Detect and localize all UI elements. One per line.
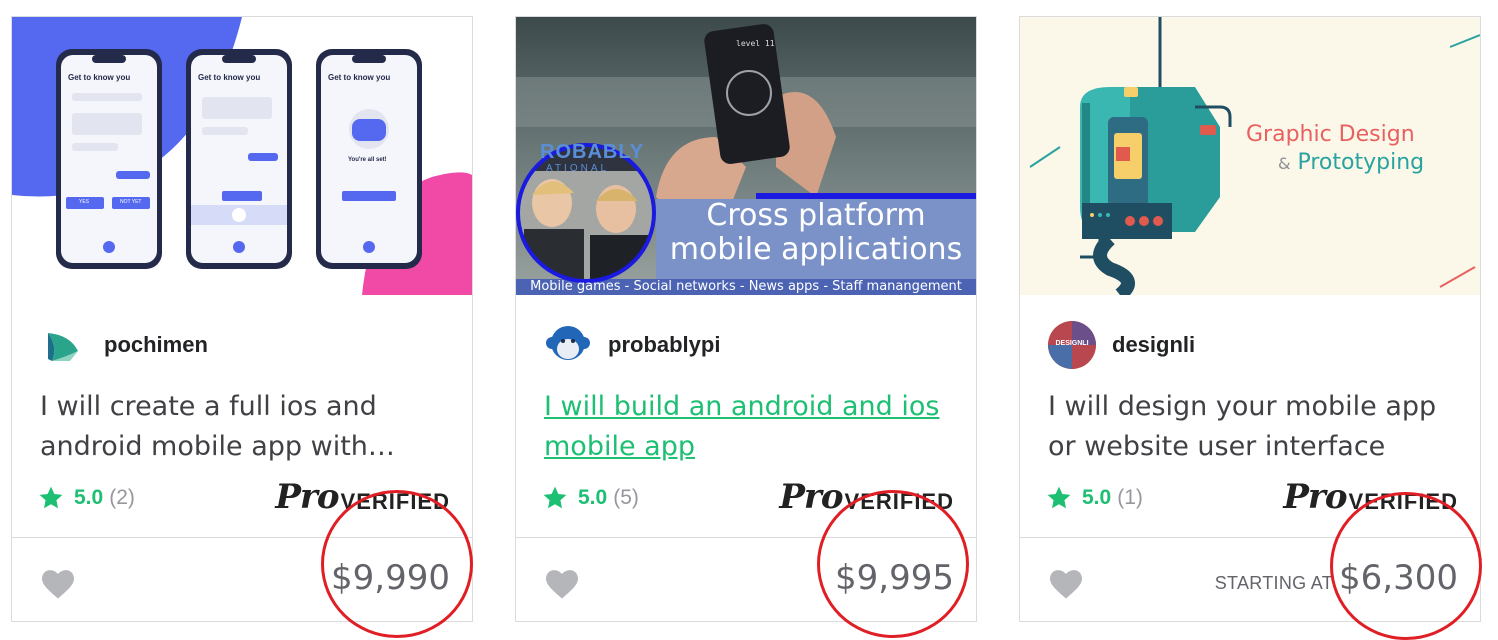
seller-avatar[interactable] xyxy=(544,321,592,369)
phone1-screen-title: Get to know you xyxy=(68,73,131,82)
review-count: (2) xyxy=(109,486,135,509)
review-count: (5) xyxy=(613,486,639,509)
seller-info[interactable]: probablypi xyxy=(544,321,720,369)
heading-line-1: Graphic Design xyxy=(1246,122,1415,147)
heading-ampersand: & xyxy=(1278,154,1291,173)
seller-name[interactable]: pochimen xyxy=(104,332,208,358)
pro-badge-script: Pro xyxy=(779,477,843,517)
phone1-yes-button: YES xyxy=(79,199,90,205)
star-icon xyxy=(543,486,567,509)
heart-icon[interactable] xyxy=(40,568,76,600)
gig-thumbnail[interactable]: Graphic Design & Prototyping xyxy=(1020,17,1480,295)
gig-thumbnail[interactable]: level 11 ROBABLY ATIONAL Cross platform … xyxy=(516,17,976,295)
price-highlight-circle-3 xyxy=(1330,492,1482,640)
pochimen-logo-icon xyxy=(40,321,88,369)
heading-line-2: mobile applications xyxy=(669,232,963,267)
heading-line-1: Cross platform xyxy=(706,198,926,233)
rating-value: 5.0 xyxy=(578,486,608,509)
heart-icon[interactable] xyxy=(1048,568,1084,600)
thumbnail-subline: Mobile games - Social networks - News ap… xyxy=(530,279,962,294)
avatar-text: DESIGNLI xyxy=(1055,340,1089,347)
rating: 5.0 (5) xyxy=(542,485,639,511)
rating: 5.0 (1) xyxy=(1046,485,1143,511)
gig-thumbnail[interactable]: Get to know you Get to know you Get to k… xyxy=(12,17,472,295)
heading-line-2: Prototyping xyxy=(1297,150,1425,175)
price-highlight-circle-1 xyxy=(321,490,473,638)
pro-badge-script: Pro xyxy=(1283,477,1347,517)
phone-level-text: level 11 xyxy=(736,39,775,48)
review-count: (1) xyxy=(1117,486,1143,509)
rating-value: 5.0 xyxy=(1082,486,1112,509)
thumbnail-heading: Graphic Design & Prototyping xyxy=(1246,121,1424,178)
gig-title-link[interactable]: I will build an android and ios mobile a… xyxy=(544,387,954,467)
thumbnail-heading: Cross platform mobile applications xyxy=(656,199,976,267)
seller-avatar[interactable]: DESIGNLI xyxy=(1048,321,1096,369)
phone3-screen-title: Get to know you xyxy=(328,73,391,82)
star-icon xyxy=(1047,486,1071,509)
seller-name[interactable]: designli xyxy=(1112,332,1195,358)
price-highlight-circle-2 xyxy=(817,490,969,638)
monkey-logo-icon xyxy=(544,321,592,369)
pro-badge-script: Pro xyxy=(275,477,339,517)
thumbnail-illustration xyxy=(12,17,472,295)
logo-text: ROBABLY xyxy=(540,141,645,163)
seller-info[interactable]: pochimen xyxy=(40,321,208,369)
phone1-notyet-button: NOT YET xyxy=(120,199,142,205)
phone3-all-set: You're all set! xyxy=(348,157,387,163)
starting-at-label: STARTING AT xyxy=(1214,573,1334,593)
heart-icon[interactable] xyxy=(544,568,580,600)
rating: 5.0 (2) xyxy=(38,485,135,511)
seller-info[interactable]: DESIGNLI designli xyxy=(1048,321,1195,369)
phone2-screen-title: Get to know you xyxy=(198,73,261,82)
gig-title[interactable]: I will design your mobile app or website… xyxy=(1048,387,1458,467)
seller-name[interactable]: probablypi xyxy=(608,332,720,358)
star-icon xyxy=(39,486,63,509)
gig-title[interactable]: I will create a full ios and android mob… xyxy=(40,387,450,467)
seller-avatar[interactable] xyxy=(40,321,88,369)
logo-subtext: ATIONAL xyxy=(546,163,610,174)
rating-value: 5.0 xyxy=(74,486,104,509)
